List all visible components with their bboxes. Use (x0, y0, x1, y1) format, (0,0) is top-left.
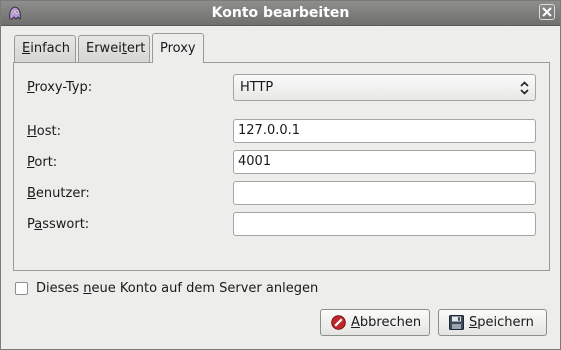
tab-erweitert[interactable]: Erweitert (78, 35, 150, 62)
save-button[interactable]: Speichern (438, 309, 547, 336)
cancel-icon (331, 315, 346, 330)
window-title: Konto bearbeiten (211, 5, 350, 21)
tab-label-mnemonic: E (22, 41, 31, 56)
close-button[interactable] (539, 4, 555, 20)
proxy-type-select[interactable]: HTTP (233, 74, 536, 101)
username-input[interactable] (233, 181, 536, 205)
port-input[interactable]: 4001 (233, 150, 536, 174)
host-label: Host: (27, 124, 61, 139)
username-label: Benutzer: (27, 186, 90, 201)
host-input[interactable]: 127.0.0.1 (233, 119, 536, 143)
register-account-label[interactable]: Dieses neue Konto auf dem Server anlegen (36, 281, 318, 296)
floppy-disk-icon (449, 315, 464, 330)
edit-account-dialog: Konto bearbeiten Einfach Erweitert Proxy… (0, 0, 561, 350)
password-label: Passwort: (27, 217, 90, 232)
cancel-button-label: Abbrechen (351, 315, 422, 330)
tab-proxy[interactable]: Proxy (152, 33, 204, 63)
save-button-label: Speichern (469, 315, 534, 330)
titlebar[interactable]: Konto bearbeiten (1, 1, 560, 26)
tab-einfach[interactable]: Einfach (14, 35, 76, 62)
password-input[interactable] (233, 212, 536, 236)
updown-arrows-icon (520, 81, 529, 95)
cancel-button[interactable]: Abbrechen (320, 309, 430, 336)
close-icon (542, 7, 552, 17)
register-account-checkbox[interactable] (15, 282, 28, 295)
port-label: Port: (27, 155, 58, 170)
proxy-panel: Proxy-Typ: HTTP Host: 127.0.0.1 Port: 40… (13, 62, 550, 271)
proxy-type-label: Proxy-Typ: (27, 80, 93, 95)
